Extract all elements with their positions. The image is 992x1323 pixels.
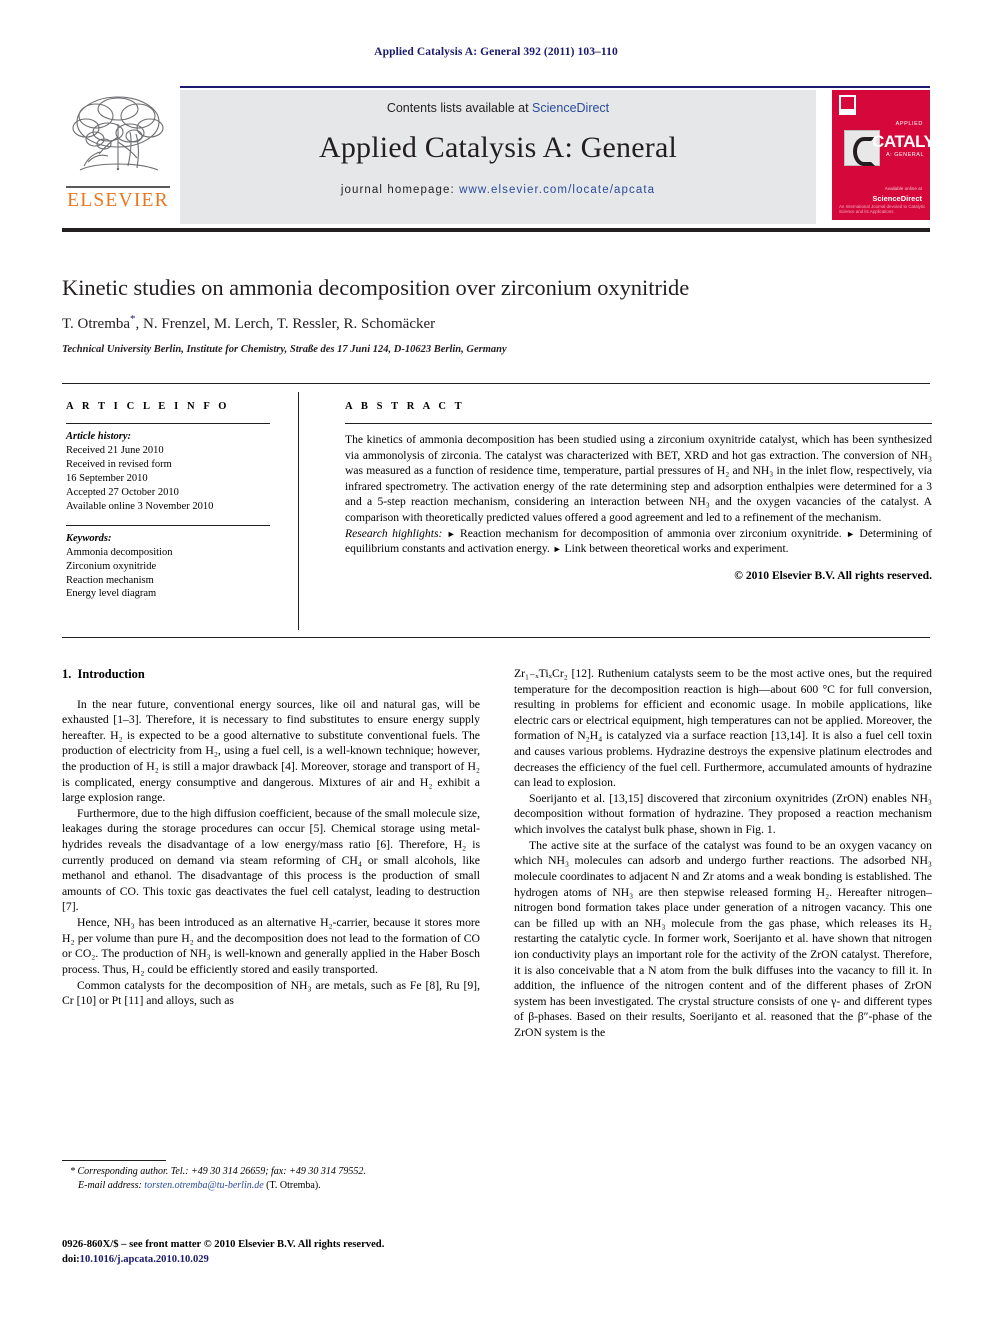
section-number: 1. [62, 667, 72, 681]
journal-header-box: Contents lists available at ScienceDirec… [180, 90, 816, 224]
panel-column-divider [298, 392, 299, 630]
authors-list: T. Otremba*, N. Frenzel, M. Lerch, T. Re… [62, 313, 436, 333]
paragraph: The active site at the surface of the ca… [514, 838, 932, 1040]
email-note: E-mail address: torsten.otremba@tu-berli… [62, 1179, 480, 1193]
email-label: E-mail address: [78, 1179, 142, 1191]
masthead-top-rule [180, 86, 930, 88]
cover-subtitle: A: GENERAL [886, 152, 925, 158]
journal-homepage-label: journal homepage: [340, 184, 455, 196]
body-column-right: Zr₁₋ₓTiₓCr₂ [12]. Ruthenium catalysts se… [514, 666, 932, 1041]
cover-footer-text: An International Journal devoted to Cata… [839, 204, 926, 214]
paragraph: Soerijanto et al. [13,15] discovered tha… [514, 791, 932, 837]
journal-article-page: Applied Catalysis A: General 392 (2011) … [0, 0, 992, 1323]
front-matter-block: 0926-860X/$ – see front matter © 2010 El… [62, 1238, 562, 1268]
article-info-column: A R T I C L E I N F O Article history: R… [66, 400, 281, 601]
paragraph: Hence, NH₃ has been introduced as an alt… [62, 916, 480, 976]
masthead-bottom-rule [62, 228, 930, 232]
abstract-body: The kinetics of ammonia decomposition ha… [345, 433, 932, 524]
doi-line: doi:10.1016/j.apcata.2010.10.029 [62, 1253, 562, 1268]
keyword-item: Ammonia decomposition [66, 546, 173, 558]
article-history-label: Article history: [66, 430, 132, 442]
cover-available-at: Available online at [884, 186, 922, 191]
panel-bottom-rule [62, 637, 930, 638]
article-affiliation: Technical University Berlin, Institute f… [62, 344, 507, 355]
article-history-item: Available online 3 November 2010 [66, 500, 214, 512]
journal-cover-thumbnail: APPLIED CATALYSIS A: GENERAL Available o… [832, 90, 930, 220]
paragraph: Common catalysts for the decomposition o… [62, 978, 480, 1008]
paragraph: Furthermore, due to the high diffusion c… [62, 806, 480, 914]
journal-masthead: ELSEVIER Contents lists available at Sci… [62, 86, 930, 232]
paragraph: In the near future, conventional energy … [62, 697, 480, 805]
abstract-heading: A B S T R A C T [345, 401, 465, 412]
footnote-block: * Corresponding author. Tel.: +49 30 314… [62, 1160, 480, 1192]
cover-sciencedirect-label: ScienceDirect [872, 194, 922, 203]
footnote-rule [62, 1160, 166, 1161]
keyword-item: Reaction mechanism [66, 574, 154, 586]
email-link[interactable]: torsten.otremba@tu-berlin.de [144, 1180, 263, 1191]
research-highlights-label: Research highlights: [345, 526, 443, 540]
keyword-item: Zirconium oxynitride [66, 560, 157, 572]
doi-label: doi: [62, 1253, 80, 1265]
abstract-copyright: © 2010 Elsevier B.V. All rights reserved… [734, 568, 932, 582]
highlight-bullet-icon: ► [846, 528, 855, 539]
corresponding-author-note: * Corresponding author. Tel.: +49 30 314… [70, 1166, 366, 1177]
body-column-left: 1. Introduction In the near future, conv… [62, 666, 480, 1009]
cover-applied-label: APPLIED [895, 121, 923, 127]
article-title: Kinetic studies on ammonia decomposition… [62, 275, 690, 300]
article-history-item: Received in revised form [66, 458, 172, 470]
article-authors: T. Otremba*, N. Frenzel, M. Lerch, T. Re… [62, 313, 882, 333]
section-title: Introduction [77, 667, 145, 681]
article-history-item: 16 September 2010 [66, 472, 148, 484]
highlight-bullet-icon: ► [552, 544, 562, 555]
journal-homepage-line: journal homepage: www.elsevier.com/locat… [180, 184, 816, 196]
journal-homepage-link[interactable]: www.elsevier.com/locate/apcata [459, 184, 655, 196]
sciencedirect-link[interactable]: ScienceDirect [532, 101, 609, 115]
contents-available-line: Contents lists available at ScienceDirec… [180, 101, 816, 115]
keywords-rule [66, 524, 270, 526]
doi-value[interactable]: 10.1016/j.apcata.2010.10.029 [80, 1254, 209, 1265]
running-head: Applied Catalysis A: General 392 (2011) … [374, 46, 618, 58]
contents-available-prefix: Contents lists available at [386, 101, 533, 115]
article-info-rule [66, 422, 270, 424]
highlight-item: Reaction mechanism for decomposition of … [460, 526, 842, 540]
keywords-label: Keywords: [66, 532, 112, 544]
corresponding-author-marker: * [130, 313, 136, 325]
elsevier-logo-rule [66, 186, 170, 188]
elsevier-wordmark: ELSEVIER [67, 190, 169, 211]
highlight-item: Link between theoretical works and exper… [564, 542, 789, 556]
keyword-item: Energy level diagram [66, 588, 157, 600]
abstract-rule [345, 423, 932, 425]
paragraph: Zr₁₋ₓTiₓCr₂ [12]. Ruthenium catalysts se… [514, 667, 932, 790]
research-highlights: Research highlights: ► Reaction mechanis… [345, 526, 932, 557]
section-heading-introduction: 1. Introduction [62, 666, 480, 683]
abstract-column: A B S T R A C T The kinetics of ammonia … [345, 400, 932, 583]
email-owner: (T. Otremba). [266, 1179, 321, 1191]
cover-elsevier-mark-icon [839, 95, 856, 115]
cover-title: CATALYSIS [872, 132, 930, 151]
issn-front-matter: 0926-860X/$ – see front matter © 2010 El… [62, 1239, 385, 1250]
highlight-bullet-icon: ► [446, 528, 456, 539]
panel-top-rule [62, 383, 930, 384]
journal-title: Applied Catalysis A: General [318, 131, 678, 164]
elsevier-tree-icon [68, 92, 168, 184]
article-history-item: Received 21 June 2010 [66, 444, 164, 456]
article-history-item: Accepted 27 October 2010 [66, 486, 179, 498]
elsevier-logo: ELSEVIER [62, 90, 174, 224]
article-info-heading: A R T I C L E I N F O [66, 401, 230, 412]
